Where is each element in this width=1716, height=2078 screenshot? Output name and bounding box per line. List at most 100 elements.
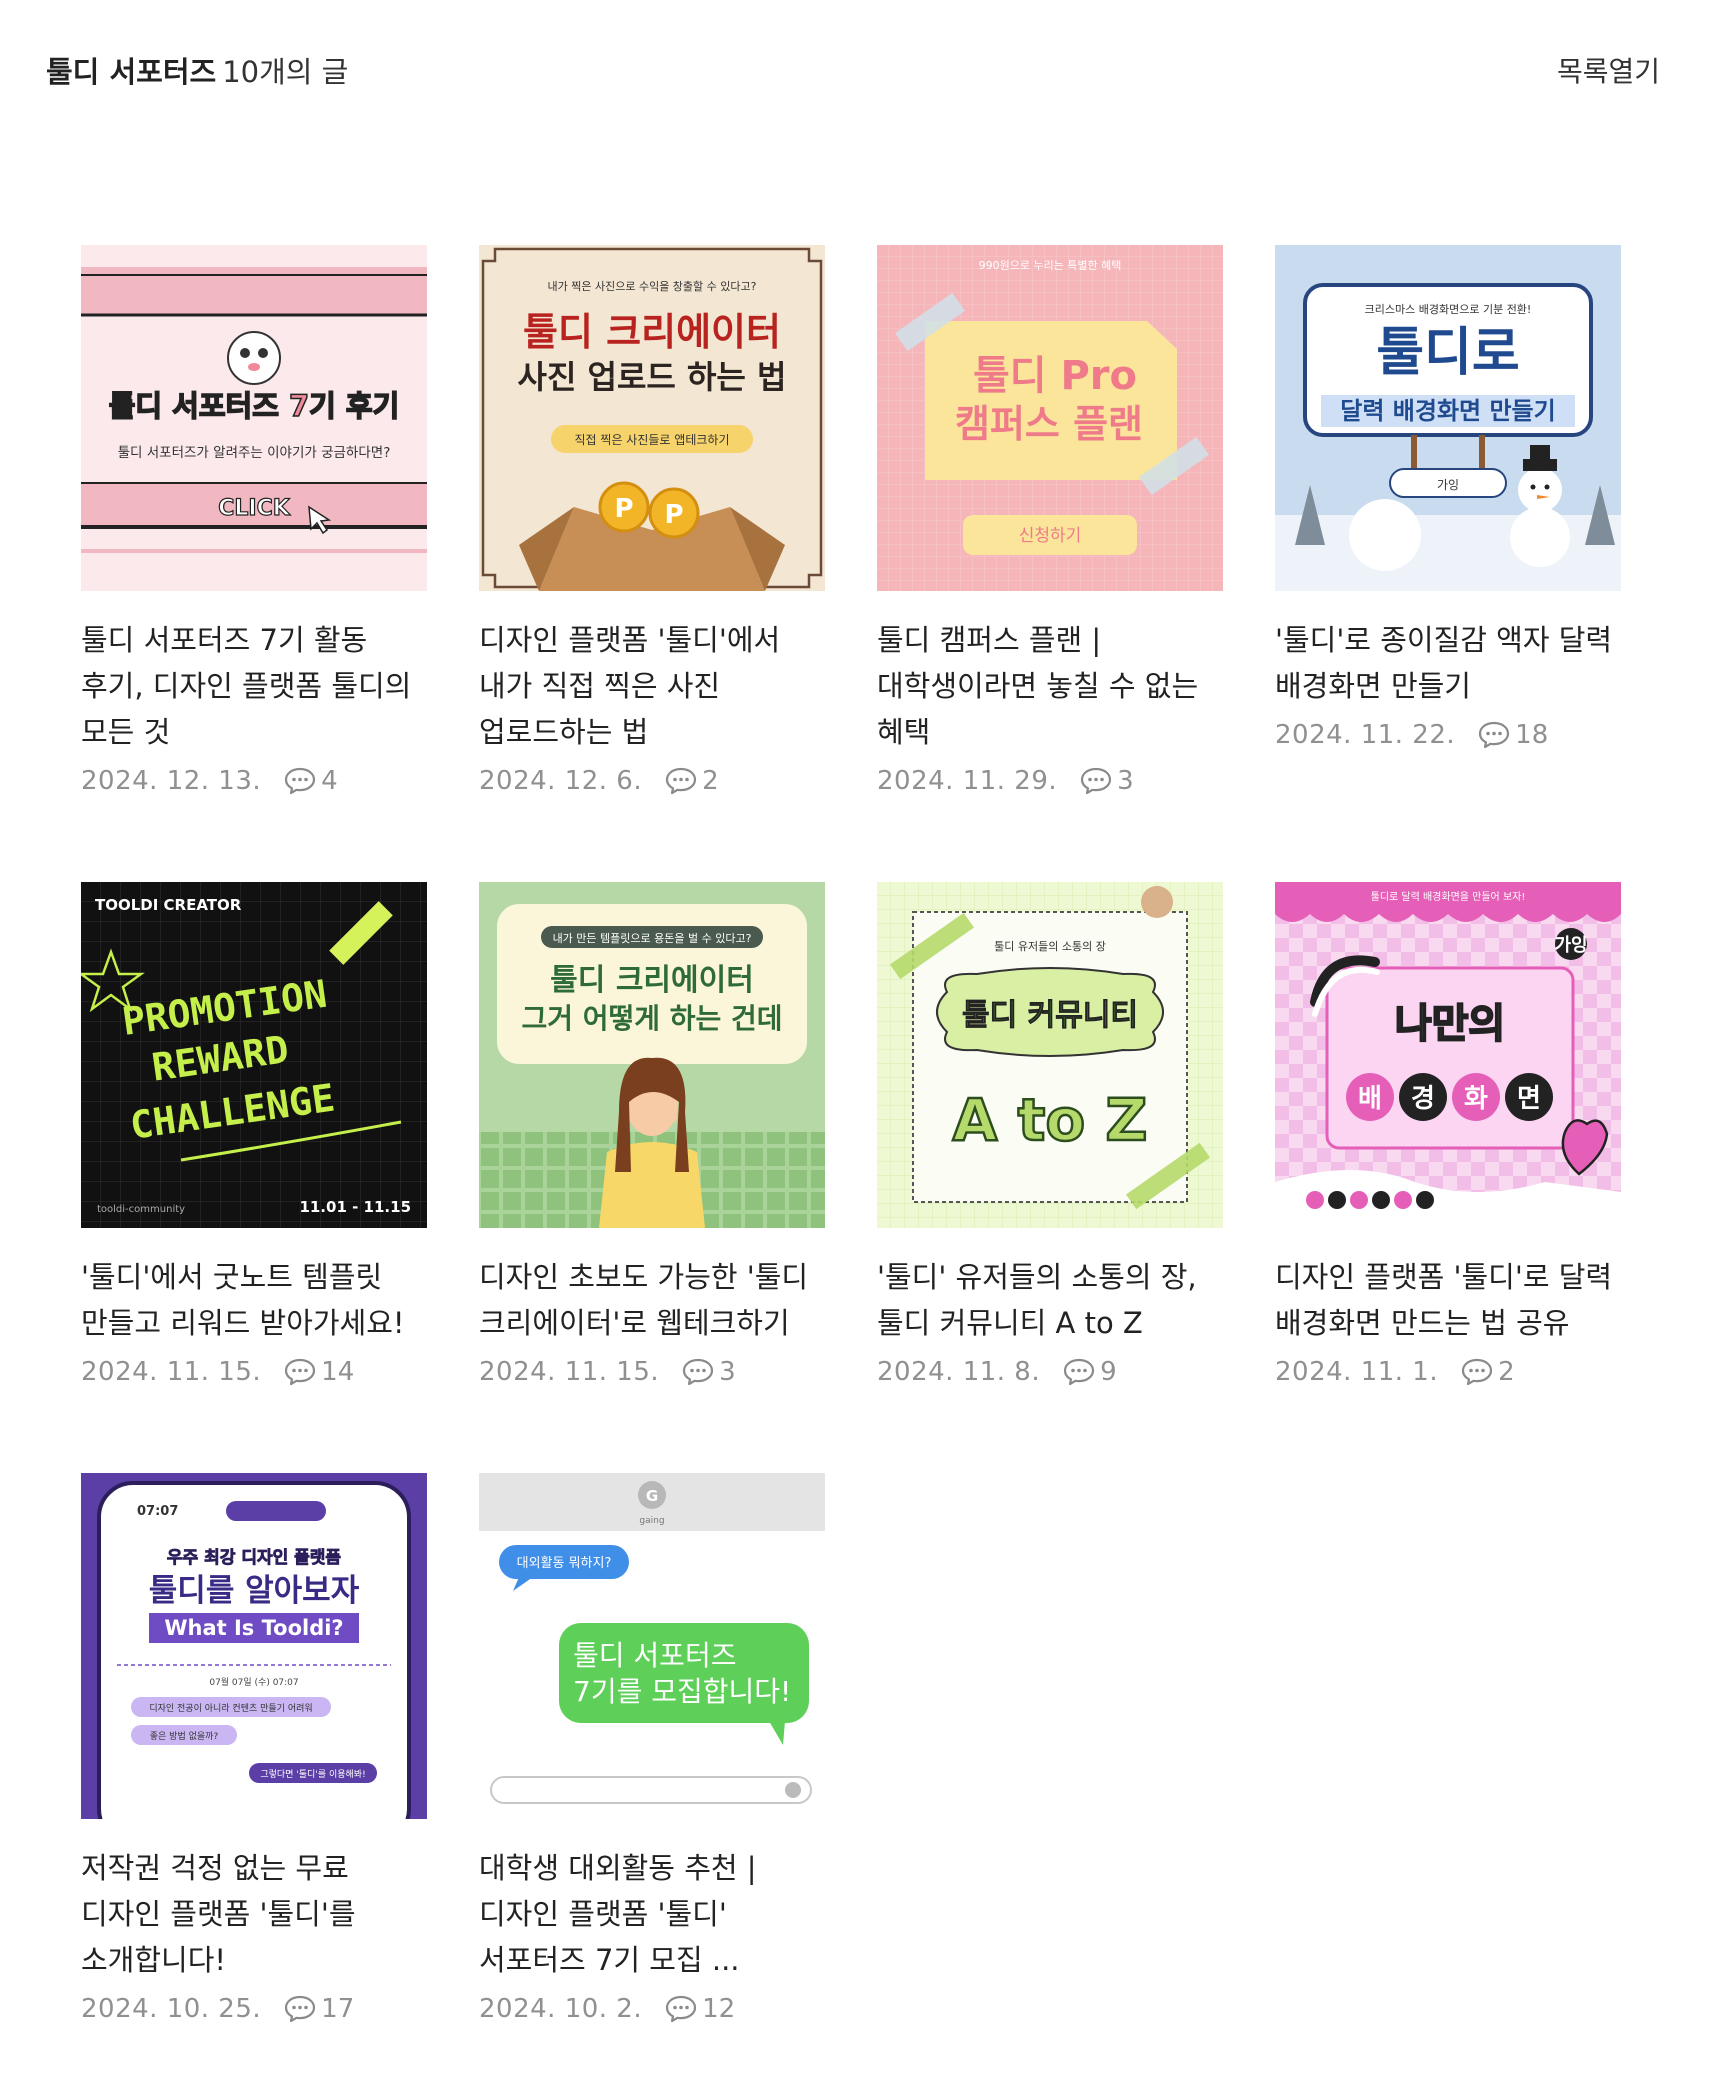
comment-icon	[283, 1357, 317, 1387]
thumb-text: 가잉	[1437, 478, 1459, 492]
comment-count[interactable]: 14	[283, 1357, 354, 1387]
thumb-text: 07:07	[137, 1504, 178, 1519]
post-title[interactable]: 툴디 캠퍼스 플랜 | 대학생이라면 놓칠 수 없는 혜택	[877, 617, 1223, 755]
comment-count[interactable]: 9	[1062, 1357, 1117, 1387]
post-meta: 2024. 11. 29. 3	[877, 763, 1223, 799]
thumb-text: 나만의	[1395, 1001, 1505, 1047]
comment-number: 2	[702, 766, 719, 796]
comment-icon	[1460, 1357, 1494, 1387]
thumb-text: 디자인 전공이 아니라 컨텐츠 만들기 어려워	[149, 1703, 312, 1714]
comment-count[interactable]: 2	[664, 766, 719, 796]
thumb-text: 툴디 크리에이터	[523, 310, 781, 354]
post-title[interactable]: 저작권 걱정 없는 무료 디자인 플랫폼 '툴디'를 소개합니다!	[81, 1845, 427, 1983]
thumb-text: What Is Tooldi?	[164, 1616, 343, 1640]
post-title[interactable]: 대학생 대외활동 추천 | 디자인 플랫폼 '툴디' 서포터즈 7기 모집 ..…	[479, 1845, 825, 1983]
thumb-text: tooldi-community	[97, 1204, 185, 1215]
post-card[interactable]: 07:07 우주 최강 디자인 플랫폼 툴디를 알아보자 What Is Too…	[81, 1473, 427, 2027]
post-card[interactable]: 크리스마스 배경화면으로 기분 전환! 툴디로 달력 배경화면 만들기 가잉 '…	[1275, 245, 1621, 753]
post-thumbnail[interactable]: 990원으로 누리는 특별한 혜택 툴디 Pro 캠퍼스 플랜 신청하기	[877, 245, 1223, 591]
post-title[interactable]: 디자인 플랫폼 '툴디'로 달력 배경화면 만드는 법 공유	[1275, 1254, 1621, 1346]
comment-number: 9	[1100, 1357, 1117, 1387]
post-meta: 2024. 11. 22. 18	[1275, 717, 1621, 753]
post-card[interactable]: 툴디 유저들의 소통의 장 툴디 커뮤니티 A to Z '툴디' 유저들의 소…	[877, 882, 1223, 1390]
post-thumbnail[interactable]: 07:07 우주 최강 디자인 플랫폼 툴디를 알아보자 What Is Too…	[81, 1473, 427, 1819]
post-thumbnail[interactable]: 내가 만든 템플릿으로 용돈을 벌 수 있다고? 툴디 크리에이터 그거 어떻게…	[479, 882, 825, 1228]
thumb-text: 툴디 서포터즈 7기 후기	[109, 389, 400, 423]
post-card[interactable]: G gaing 대외활동 뭐하지? 툴디 서포터즈 7기를 모집합니다! 대학생…	[479, 1473, 825, 2027]
comment-number: 4	[321, 766, 338, 796]
post-card[interactable]: 툴디로 달력 배경화면을 만들어 보자! 나만의 배 경 화 면 가잉 디자인 …	[1275, 882, 1621, 1390]
post-date: 2024. 11. 15.	[479, 1357, 660, 1387]
post-card[interactable]: 990원으로 누리는 특별한 혜택 툴디 Pro 캠퍼스 플랜 신청하기 툴디 …	[877, 245, 1223, 799]
post-date: 2024. 10. 25.	[81, 1994, 262, 2024]
thumb-text: 그렇다면 '툴디'를 이용해봐!	[260, 1769, 365, 1780]
post-card[interactable]: 내가 만든 템플릿으로 용돈을 벌 수 있다고? 툴디 크리에이터 그거 어떻게…	[479, 882, 825, 1390]
comment-count[interactable]: 12	[664, 1994, 735, 2024]
post-thumbnail[interactable]: 툴디로 달력 배경화면을 만들어 보자! 나만의 배 경 화 면 가잉	[1275, 882, 1621, 1228]
svg-text:P: P	[614, 494, 633, 524]
post-count: 10개의 글	[222, 55, 349, 89]
comment-number: 14	[321, 1357, 355, 1387]
thumb-text: A to Z	[953, 1086, 1148, 1154]
post-thumbnail[interactable]: 내가 찍은 사진으로 수익을 창출할 수 있다고? 툴디 크리에이터 사진 업로…	[479, 245, 825, 591]
post-thumbnail[interactable]: 툴디 유저들의 소통의 장 툴디 커뮤니티 A to Z	[877, 882, 1223, 1228]
post-thumbnail[interactable]: 크리스마스 배경화면으로 기분 전환! 툴디로 달력 배경화면 만들기 가잉	[1275, 245, 1621, 591]
thumb-text: 툴디 커뮤니티	[962, 998, 1138, 1033]
post-title[interactable]: 디자인 플랫폼 '툴디'에서 내가 직접 찍은 사진 업로드하는 법	[479, 617, 825, 755]
blog-name[interactable]: 툴디 서포터즈	[46, 55, 216, 89]
thumb-text: 07월 07일 (수) 07:07	[209, 1676, 298, 1688]
list-open-button[interactable]: 목록열기	[1557, 50, 1660, 94]
post-thumbnail[interactable]: 툴디 서포터즈 7기 후기 툴디 서포터즈가 알려주는 이야기가 궁금하다면? …	[81, 245, 427, 591]
thumb-text: 툴디 유저들의 소통의 장	[994, 940, 1106, 953]
thumb-text: 좋은 방법 없을까?	[150, 1731, 219, 1742]
post-card[interactable]: 내가 찍은 사진으로 수익을 창출할 수 있다고? 툴디 크리에이터 사진 업로…	[479, 245, 825, 799]
thumb-text: 11.01 - 11.15	[299, 1198, 411, 1216]
thumb-text: TOOLDI CREATOR	[95, 896, 242, 914]
comment-count[interactable]: 4	[283, 766, 338, 796]
comment-icon	[664, 766, 698, 796]
thumb-text: 캠퍼스 플랜	[955, 402, 1143, 446]
thumb-text: 툴디를 알아보자	[149, 1573, 360, 1609]
post-date: 2024. 11. 15.	[81, 1357, 262, 1387]
thumb-text: G	[646, 1487, 658, 1505]
comment-number: 12	[702, 1994, 736, 2024]
comment-number: 18	[1515, 720, 1549, 750]
post-title[interactable]: '툴디' 유저들의 소통의 장, 툴디 커뮤니티 A to Z	[877, 1254, 1223, 1346]
thumbnail-image: G gaing 대외활동 뭐하지? 툴디 서포터즈 7기를 모집합니다!	[479, 1473, 825, 1819]
thumb-text: 툴디 Pro	[973, 353, 1137, 399]
post-title[interactable]: '툴디'로 종이질감 액자 달력 배경화면 만들기	[1275, 617, 1621, 709]
post-title[interactable]: 디자인 초보도 가능한 '툴디 크리에이터'로 웹테크하기	[479, 1254, 825, 1346]
post-date: 2024. 11. 29.	[877, 766, 1058, 796]
comment-count[interactable]: 17	[283, 1994, 354, 2024]
thumb-text: 툴디로	[1376, 323, 1520, 383]
category-title: 툴디 서포터즈 10개의 글	[46, 50, 348, 94]
post-title[interactable]: '툴디'에서 굿노트 템플릿 만들고 리워드 받아가세요!	[81, 1254, 427, 1346]
thumbnail-image: 990원으로 누리는 특별한 혜택 툴디 Pro 캠퍼스 플랜 신청하기	[877, 245, 1223, 591]
post-title[interactable]: 툴디 서포터즈 7기 활동 후기, 디자인 플랫폼 툴디의 모든 것	[81, 617, 427, 755]
post-date: 2024. 10. 2.	[479, 1994, 643, 2024]
post-thumbnail[interactable]: G gaing 대외활동 뭐하지? 툴디 서포터즈 7기를 모집합니다!	[479, 1473, 825, 1819]
thumb-text: 툴디 서포터즈가 알려주는 이야기가 궁금하다면?	[118, 445, 391, 461]
comment-count[interactable]: 2	[1460, 1357, 1515, 1387]
thumb-text: 내가 만든 템플릿으로 용돈을 벌 수 있다고?	[553, 932, 752, 945]
thumb-text: 990원으로 누리는 특별한 혜택	[979, 259, 1122, 272]
thumbnail-image: 내가 만든 템플릿으로 용돈을 벌 수 있다고? 툴디 크리에이터 그거 어떻게…	[479, 882, 825, 1228]
comment-icon	[283, 1994, 317, 2024]
thumb-text: 툴디로 달력 배경화면을 만들어 보자!	[1371, 890, 1526, 903]
thumb-text: 직접 찍은 사진들로 앱테크하기	[575, 433, 730, 447]
thumb-text: 내가 찍은 사진으로 수익을 창출할 수 있다고?	[548, 280, 757, 293]
comment-count[interactable]: 18	[1477, 720, 1548, 750]
comment-count[interactable]: 3	[1079, 766, 1134, 796]
post-card[interactable]: 툴디 서포터즈 7기 후기 툴디 서포터즈가 알려주는 이야기가 궁금하다면? …	[81, 245, 427, 799]
comment-icon	[1079, 766, 1113, 796]
post-meta: 2024. 11. 15. 14	[81, 1354, 427, 1390]
post-date: 2024. 11. 22.	[1275, 720, 1456, 750]
comment-count[interactable]: 3	[681, 1357, 736, 1387]
post-card[interactable]: TOOLDI CREATOR PROMOTION REWARD CHALLENG…	[81, 882, 427, 1390]
thumb-text: 배	[1358, 1084, 1382, 1114]
post-meta: 2024. 12. 13. 4	[81, 763, 427, 799]
post-date: 2024. 12. 6.	[479, 766, 643, 796]
thumb-text: 그거 어떻게 하는 건데	[521, 1002, 782, 1035]
post-thumbnail[interactable]: TOOLDI CREATOR PROMOTION REWARD CHALLENG…	[81, 882, 427, 1228]
post-meta: 2024. 11. 1. 2	[1275, 1354, 1621, 1390]
